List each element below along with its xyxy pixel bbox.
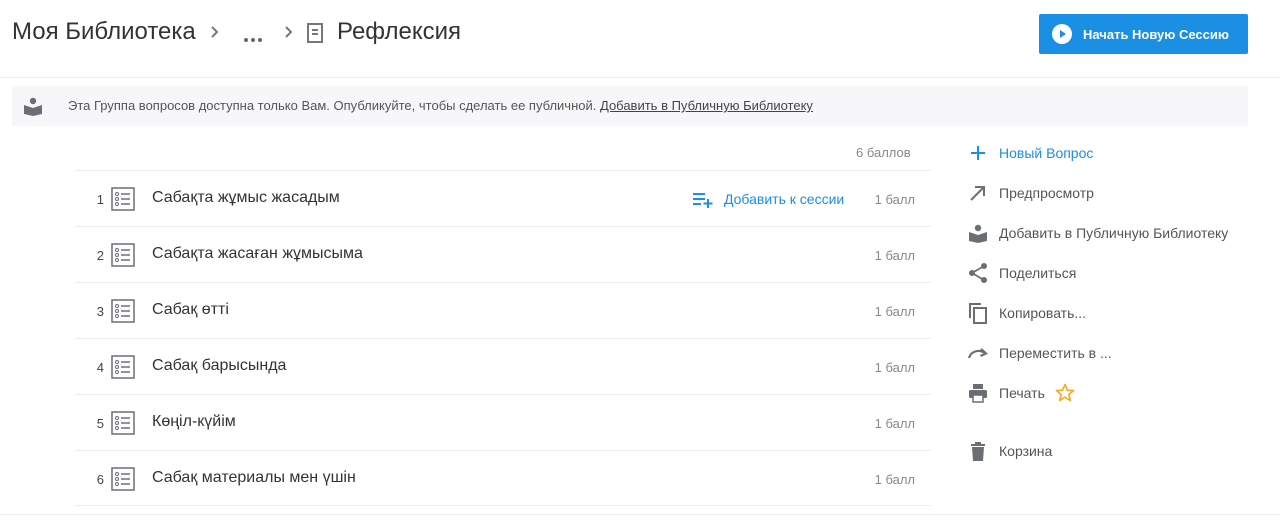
public-library-icon xyxy=(23,96,43,116)
multiple-choice-icon xyxy=(111,243,135,267)
new-question-label: Новый Вопрос xyxy=(999,145,1094,161)
question-row[interactable]: 6 Сабақ материалы мен үшін 1 балл xyxy=(75,450,931,506)
star-icon[interactable] xyxy=(1055,383,1075,403)
playlist-add-icon xyxy=(693,193,713,208)
question-row[interactable]: 1 Сабақта жұмыс жасадым Добавить к сесси… xyxy=(75,170,931,226)
question-number: 3 xyxy=(96,304,104,319)
add-to-session-button[interactable]: Добавить к сессии xyxy=(692,188,844,210)
header: Моя Библиотека Рефлексия Начать Новую Се… xyxy=(0,0,1280,78)
preview-label: Предпросмотр xyxy=(999,185,1094,201)
preview-button[interactable]: Предпросмотр xyxy=(967,173,1094,213)
question-row[interactable]: 3 Сабақ өтті 1 балл xyxy=(75,282,931,338)
question-text: Сабақта жұмыс жасадым xyxy=(152,189,340,206)
copy-label: Копировать... xyxy=(999,305,1087,321)
question-points: 1 балл xyxy=(874,416,915,431)
share-label: Поделиться xyxy=(999,265,1077,281)
document-icon xyxy=(306,22,324,44)
share-icon xyxy=(967,262,989,284)
play-icon xyxy=(1052,24,1072,44)
question-text: Көңіл-күйім xyxy=(152,413,236,430)
start-new-session-button[interactable]: Начать Новую Сессию xyxy=(1039,14,1248,54)
question-points: 1 балл xyxy=(874,472,915,487)
notice-text-wrap: Эта Группа вопросов доступна только Вам.… xyxy=(68,98,813,113)
question-points: 1 балл xyxy=(874,248,915,263)
bottom-divider xyxy=(0,514,1280,515)
question-list: 1 Сабақта жұмыс жасадым Добавить к сесси… xyxy=(75,170,931,506)
question-number: 1 xyxy=(96,192,104,207)
multiple-choice-icon xyxy=(111,187,135,211)
public-library-icon xyxy=(967,222,989,244)
multiple-choice-icon xyxy=(111,299,135,323)
copy-icon xyxy=(967,302,989,324)
chevron-right-icon xyxy=(208,22,222,42)
multiple-choice-icon xyxy=(111,411,135,435)
question-row[interactable]: 5 Көңіл-күйім 1 балл xyxy=(75,394,931,450)
trash-button[interactable]: Корзина xyxy=(967,431,1052,471)
share-button[interactable]: Поделиться xyxy=(967,253,1076,293)
start-new-session-label: Начать Новую Сессию xyxy=(1083,26,1229,42)
notice-text: Эта Группа вопросов доступна только Вам.… xyxy=(68,98,597,113)
arrow-up-right-icon xyxy=(967,182,989,204)
print-button[interactable]: Печать xyxy=(967,373,1075,413)
printer-icon xyxy=(967,382,989,404)
page-title: Рефлексия xyxy=(337,18,462,45)
question-number: 5 xyxy=(96,416,104,431)
breadcrumb-root[interactable]: Моя Библиотека xyxy=(12,18,196,46)
plus-icon xyxy=(967,142,989,164)
question-row[interactable]: 2 Сабақта жасаған жұмысыма 1 балл xyxy=(75,226,931,282)
trash-label: Корзина xyxy=(999,443,1053,459)
add-to-public-library-link[interactable]: Добавить в Публичную Библиотеку xyxy=(600,98,813,113)
question-text: Сабақ барысында xyxy=(152,357,287,374)
question-points: 1 балл xyxy=(874,192,915,207)
move-button[interactable]: Переместить в ... xyxy=(967,333,1112,373)
new-question-button[interactable]: Новый Вопрос xyxy=(967,133,1093,173)
multiple-choice-icon xyxy=(111,467,135,491)
visibility-notice: Эта Группа вопросов доступна только Вам.… xyxy=(12,86,1248,126)
trash-icon xyxy=(967,440,989,462)
move-label: Переместить в ... xyxy=(999,345,1112,361)
add-to-public-library-button[interactable]: Добавить в Публичную Библиотеку xyxy=(967,213,1228,253)
question-number: 4 xyxy=(96,360,104,375)
chevron-right-icon xyxy=(282,22,296,42)
question-row[interactable]: 4 Сабақ барысында 1 балл xyxy=(75,338,931,394)
question-points: 1 балл xyxy=(874,360,915,375)
add-to-public-library-label: Добавить в Публичную Библиотеку xyxy=(999,225,1229,241)
print-label: Печать xyxy=(999,385,1045,401)
question-text: Сабақ өтті xyxy=(152,301,229,318)
question-text: Сабақ материалы мен үшін xyxy=(152,469,356,486)
question-number: 2 xyxy=(96,248,104,263)
question-number: 6 xyxy=(96,472,104,487)
multiple-choice-icon xyxy=(111,355,135,379)
total-points: 6 баллов xyxy=(856,145,911,160)
copy-button[interactable]: Копировать... xyxy=(967,293,1086,333)
question-text: Сабақта жасаған жұмысыма xyxy=(152,245,363,262)
question-points: 1 балл xyxy=(874,304,915,319)
add-to-session-label: Добавить к сессии xyxy=(724,191,845,207)
redo-arrow-icon xyxy=(967,342,989,364)
more-horizontal-icon[interactable] xyxy=(243,30,263,42)
